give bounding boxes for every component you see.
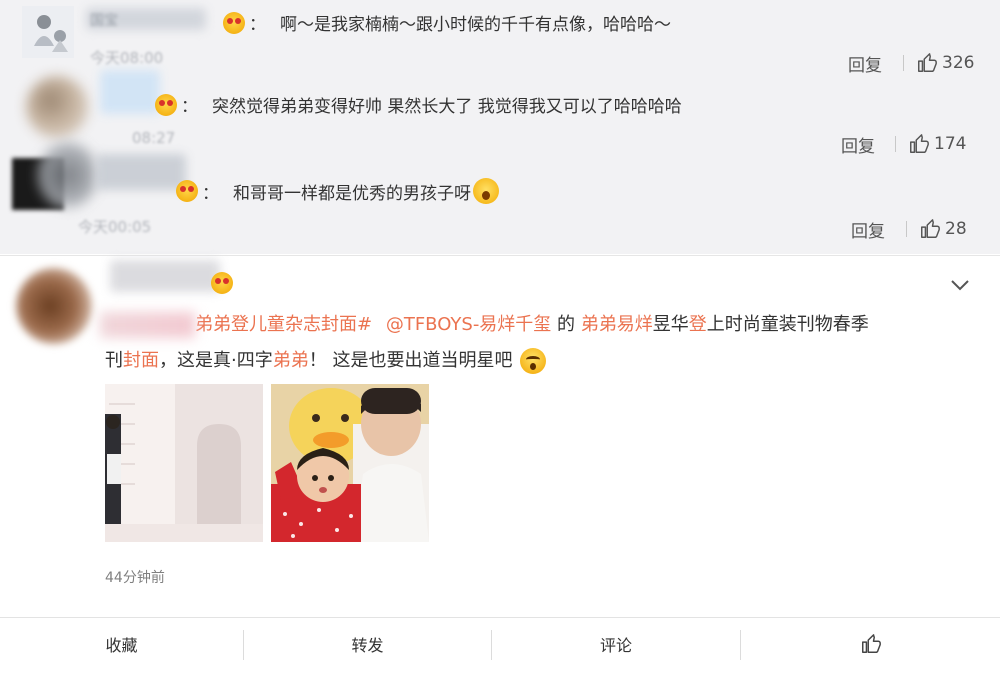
reply-button[interactable]: 回复 xyxy=(851,217,885,242)
comment-label: 评论 xyxy=(599,636,632,655)
weibo-post: 弟弟登儿童杂志封面# @TFBOYS-易烊千玺 的 弟弟易烊昱华登上时尚童装刊物… xyxy=(0,255,1000,617)
comment-colon: ： xyxy=(202,183,219,204)
commenter-name-blurred[interactable] xyxy=(100,70,160,114)
comment-colon: ： xyxy=(181,97,198,117)
comment-colon: ： xyxy=(249,15,266,35)
comment-text: 啊～是我家楠楠～跟小时候的千千有点像，哈哈哈～ xyxy=(280,15,671,35)
like-count: 28 xyxy=(945,219,967,239)
blurred-hashtag-start xyxy=(100,312,195,338)
post-text-line2: 刊封面，这是真·四字弟弟！ 这是也要出道当明星吧 xyxy=(105,346,547,374)
hashtag-link[interactable]: 弟弟登儿童杂志封面# xyxy=(195,314,372,335)
comment-item: 今天00:05 ： 和哥哥一样都是优秀的男孩子呀 回复 28 xyxy=(0,142,1000,254)
collect-label: 收藏 xyxy=(105,636,138,655)
highlight-cover: 封面 xyxy=(123,350,159,371)
reply-button[interactable]: 回复 xyxy=(848,51,882,76)
comment-time: 08:27 xyxy=(132,129,176,147)
heart-eyes-emoji-icon xyxy=(176,180,198,202)
comment-text-row: ： 啊～是我家楠楠～跟小时候的千千有点像，哈哈哈～ xyxy=(223,10,671,35)
divider xyxy=(906,221,907,237)
heart-eyes-emoji-icon xyxy=(155,93,177,116)
heart-eyes-emoji-icon xyxy=(211,272,233,294)
divider xyxy=(903,55,904,71)
reply-button[interactable]: 回复 xyxy=(841,132,875,157)
highlight-brother-name: 弟弟易烊 xyxy=(580,314,653,335)
post-image-1[interactable] xyxy=(105,384,263,542)
commenter-name[interactable]: 国宝 xyxy=(90,10,118,30)
commenter-avatar[interactable] xyxy=(18,70,98,150)
commenter-name-blurred[interactable] xyxy=(96,154,186,190)
comment-item: 08:27 ： 突然觉得弟弟变得好帅 果然长大了 我觉得我又可以了哈哈哈哈 回复… xyxy=(0,70,1000,164)
like-button[interactable]: 28 xyxy=(919,218,967,240)
comment-text: 突然觉得弟弟变得好帅 果然长大了 我觉得我又可以了哈哈哈哈 xyxy=(212,97,682,117)
surprised-emoji-icon xyxy=(520,348,547,374)
collect-button[interactable]: 收藏 xyxy=(0,618,243,670)
thumbs-up-icon xyxy=(921,219,940,238)
comment-list: 国宝 今天08:00 ： 啊～是我家楠楠～跟小时候的千千有点像，哈哈哈～ 回复 … xyxy=(0,0,1000,254)
repost-button[interactable]: 转发 xyxy=(244,618,491,670)
poster-avatar[interactable] xyxy=(6,260,110,352)
post-text-de: 的 xyxy=(551,314,576,335)
commenter-avatar[interactable] xyxy=(8,142,98,226)
heart-eyes-emoji-icon xyxy=(223,11,245,34)
post-text-mid: ，这是真·四字 xyxy=(159,350,273,371)
post-text-line1: 弟弟登儿童杂志封面# @TFBOYS-易烊千玺 的 弟弟易烊昱华登上时尚童装刊物… xyxy=(100,310,869,338)
post-image-2[interactable] xyxy=(271,384,429,542)
post-text-kan: 刊 xyxy=(105,350,123,371)
highlight-deng: 登 xyxy=(688,314,707,335)
comment-text-row: ： 突然觉得弟弟变得好帅 果然长大了 我觉得我又可以了哈哈哈哈 xyxy=(155,92,682,117)
comment-text: 和哥哥一样都是优秀的男孩子呀 xyxy=(233,183,471,204)
post-text-tail: 上时尚童装刊物春季 xyxy=(706,314,869,335)
thumbs-up-icon xyxy=(918,53,937,72)
poster-name-blurred[interactable] xyxy=(110,260,220,292)
post-text-tail2: ！ 这是也要出道当明星吧 xyxy=(308,350,513,371)
thumbs-up-icon xyxy=(861,634,881,653)
mention-link[interactable]: @TFBOYS-易烊千玺 xyxy=(386,314,551,335)
comment-time: 今天08:00 xyxy=(90,49,164,67)
post-timestamp: 44分钟前 xyxy=(105,570,165,586)
repost-label: 转发 xyxy=(351,636,384,655)
comment-button[interactable]: 评论 xyxy=(492,618,740,670)
comment-time: 今天00:05 xyxy=(78,218,152,236)
comment-text-row: ： 和哥哥一样都是优秀的男孩子呀 xyxy=(176,178,499,204)
like-post-button[interactable] xyxy=(741,618,1000,670)
like-button[interactable]: 174 xyxy=(908,133,966,155)
thumbs-up-icon xyxy=(910,134,929,153)
like-count: 326 xyxy=(942,53,975,73)
divider xyxy=(895,136,896,152)
post-action-bar: 收藏 转发 评论 xyxy=(0,617,1000,676)
chevron-down-icon[interactable] xyxy=(950,278,970,292)
like-count: 174 xyxy=(934,134,967,154)
post-text-yuhua: 昱华 xyxy=(652,314,689,335)
commenter-avatar[interactable] xyxy=(22,6,74,58)
highlight-brother: 弟弟 xyxy=(272,350,309,371)
like-button[interactable]: 326 xyxy=(916,52,974,74)
shocked-emoji-icon xyxy=(473,178,499,204)
